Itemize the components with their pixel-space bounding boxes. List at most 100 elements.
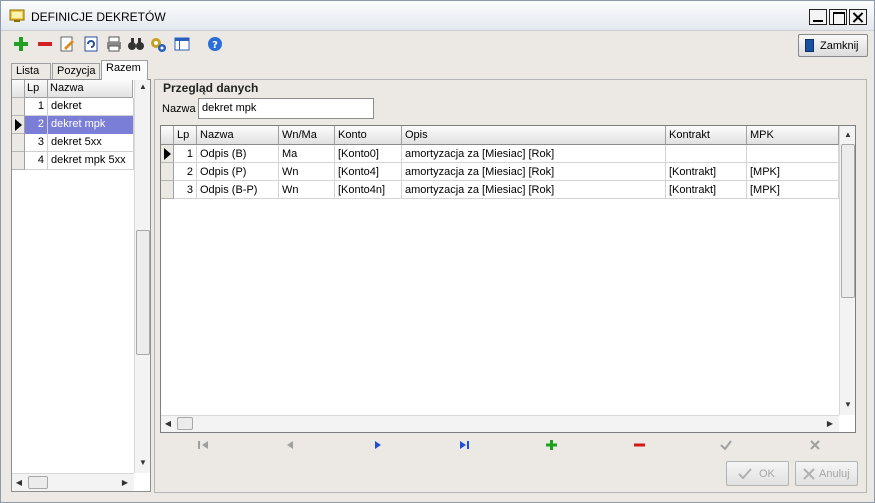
- cell-wnma: Ma: [279, 145, 335, 163]
- scroll-up-icon[interactable]: ▲: [135, 80, 151, 94]
- col-header-mpk[interactable]: MPK: [747, 126, 839, 145]
- positions-grid: Lp Nazwa Wn/Ma Konto Opis Kontrakt MPK 1…: [160, 125, 856, 433]
- left-col-lp-header[interactable]: Lp: [25, 80, 48, 98]
- col-header-opis[interactable]: Opis: [402, 126, 666, 145]
- cell-nazwa: Odpis (P): [197, 163, 279, 181]
- list-item-nazwa: dekret mpk 5xx: [48, 152, 134, 170]
- left-vertical-scrollbar[interactable]: ▲ ▼: [134, 80, 150, 473]
- app-icon: [9, 9, 25, 22]
- row-indicator: [12, 116, 25, 134]
- scroll-right-icon[interactable]: ▶: [118, 476, 132, 490]
- first-icon[interactable]: [194, 438, 214, 452]
- row-indicator: [161, 163, 174, 181]
- edit-icon[interactable]: [58, 35, 76, 53]
- minimize-button[interactable]: [809, 9, 827, 25]
- cell-nazwa: Odpis (B): [197, 145, 279, 163]
- tab-pozycja[interactable]: Pozycja: [52, 63, 100, 79]
- ok-button-label: OK: [759, 468, 775, 480]
- cancel-edit-icon[interactable]: [805, 438, 825, 452]
- tab-lista[interactable]: Lista: [11, 63, 51, 79]
- cell-wnma: Wn: [279, 181, 335, 199]
- settings-icon[interactable]: [149, 35, 167, 53]
- list-item-lp: 3: [25, 134, 48, 152]
- maximize-button[interactable]: [829, 9, 847, 25]
- list-item-lp: 2: [25, 116, 48, 134]
- scroll-thumb[interactable]: [841, 144, 855, 298]
- col-header-lp[interactable]: Lp: [174, 126, 197, 145]
- cell-konto: [Konto0]: [335, 145, 402, 163]
- x-icon: [803, 468, 815, 480]
- left-grid-corner: [12, 80, 25, 98]
- cancel-button-label: Anuluj: [819, 468, 850, 480]
- current-row-arrow-icon: [15, 119, 22, 131]
- overview-legend: Przegląd danych: [161, 81, 261, 95]
- name-label: Nazwa: [162, 103, 196, 115]
- svg-text:?: ?: [212, 40, 218, 51]
- list-item[interactable]: 4 dekret mpk 5xx: [12, 152, 134, 170]
- cell-opis: amortyzacja za [Miesiac] [Rok]: [402, 181, 666, 199]
- layout-icon[interactable]: [173, 35, 191, 53]
- list-item-nazwa: dekret mpk: [48, 116, 134, 134]
- scroll-down-icon[interactable]: ▼: [135, 456, 151, 470]
- cancel-button[interactable]: Anuluj: [795, 461, 858, 486]
- cell-kontrakt: [Kontrakt]: [666, 181, 747, 199]
- scroll-thumb[interactable]: [28, 476, 48, 489]
- ok-button[interactable]: OK: [726, 461, 789, 486]
- cell-lp: 3: [174, 181, 197, 199]
- door-icon: [805, 39, 814, 52]
- table-row[interactable]: 1 Odpis (B) Ma [Konto0] amortyzacja za […: [161, 145, 839, 163]
- definicje-dekretow-window: DEFINICJE DEKRETÓW ? Zamknij Lista Pozyc…: [0, 0, 875, 503]
- tab-razem[interactable]: Razem: [101, 60, 148, 80]
- cell-kontrakt: [Kontrakt]: [666, 163, 747, 181]
- close-button[interactable]: Zamknij: [798, 34, 868, 57]
- next-icon[interactable]: [368, 438, 388, 452]
- refresh-icon[interactable]: [82, 35, 100, 53]
- row-indicator: [161, 145, 174, 163]
- scroll-left-icon[interactable]: ◀: [12, 476, 26, 490]
- cell-lp: 1: [174, 145, 197, 163]
- delete-record-icon[interactable]: [629, 438, 649, 452]
- row-indicator: [161, 181, 174, 199]
- cell-mpk: [MPK]: [747, 181, 839, 199]
- scroll-left-icon[interactable]: ◀: [161, 417, 175, 431]
- list-item-selected[interactable]: 2 dekret mpk: [12, 116, 134, 134]
- cell-nazwa: Odpis (B-P): [197, 181, 279, 199]
- add-icon[interactable]: [12, 35, 30, 53]
- table-row[interactable]: 3 Odpis (B-P) Wn [Konto4n] amortyzacja z…: [161, 181, 839, 199]
- tab-razem-label: Razem: [106, 62, 141, 74]
- title-bar: DEFINICJE DEKRETÓW: [1, 1, 874, 31]
- left-list-panel: Lp Nazwa 1 dekret 2 dekret mpk 3 dekret …: [11, 79, 151, 492]
- post-icon[interactable]: [716, 438, 736, 452]
- table-row[interactable]: 2 Odpis (P) Wn [Konto4] amortyzacja za […: [161, 163, 839, 181]
- col-header-nazwa[interactable]: Nazwa: [197, 126, 279, 145]
- left-col-nazwa-header[interactable]: Nazwa: [48, 80, 133, 98]
- find-icon[interactable]: [127, 35, 145, 53]
- delete-icon[interactable]: [36, 35, 54, 53]
- scroll-thumb[interactable]: [136, 230, 150, 355]
- last-icon[interactable]: [454, 438, 474, 452]
- close-button-label: Zamknij: [820, 40, 859, 52]
- row-indicator: [12, 98, 25, 116]
- name-field[interactable]: dekret mpk: [198, 98, 374, 119]
- grid-horizontal-scrollbar[interactable]: ◀ ▶: [161, 415, 839, 432]
- scroll-up-icon[interactable]: ▲: [840, 128, 856, 142]
- print-icon[interactable]: [105, 35, 123, 53]
- cell-konto: [Konto4n]: [335, 181, 402, 199]
- prior-icon[interactable]: [280, 438, 300, 452]
- grid-corner: [161, 126, 174, 145]
- col-header-wnma[interactable]: Wn/Ma: [279, 126, 335, 145]
- grid-vertical-scrollbar[interactable]: ▲ ▼: [839, 126, 855, 415]
- scroll-down-icon[interactable]: ▼: [840, 398, 856, 412]
- cell-lp: 2: [174, 163, 197, 181]
- scroll-right-icon[interactable]: ▶: [823, 417, 837, 431]
- scroll-thumb[interactable]: [177, 417, 193, 430]
- left-horizontal-scrollbar[interactable]: ◀ ▶: [12, 473, 134, 491]
- close-window-button[interactable]: [849, 9, 867, 25]
- insert-icon[interactable]: [541, 438, 561, 452]
- list-item[interactable]: 1 dekret: [12, 98, 134, 116]
- col-header-kontrakt[interactable]: Kontrakt: [666, 126, 747, 145]
- help-icon[interactable]: ?: [206, 35, 224, 53]
- col-header-konto[interactable]: Konto: [335, 126, 402, 145]
- list-item[interactable]: 3 dekret 5xx: [12, 134, 134, 152]
- cell-opis: amortyzacja za [Miesiac] [Rok]: [402, 145, 666, 163]
